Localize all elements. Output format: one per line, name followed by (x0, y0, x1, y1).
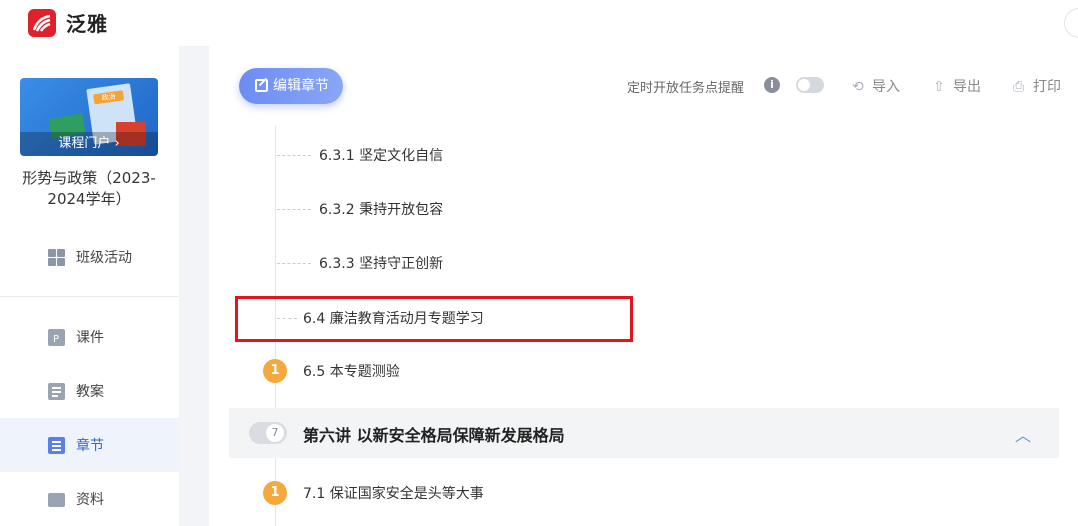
user-avatar-button[interactable] (1064, 8, 1078, 38)
tree-dotted-connector (277, 263, 311, 264)
tree-node[interactable]: 1 7.1 保证国家安全是头等大事 (209, 475, 1078, 511)
export-button[interactable]: ⇧ 导出 (933, 76, 981, 96)
course-portal-link[interactable]: 课程门户 › (20, 132, 158, 156)
import-label: 导入 (872, 79, 900, 95)
chapter-header[interactable]: 7 第六讲 以新安全格局保障新发展格局 ︿ (229, 408, 1059, 458)
print-icon: ⎙ (1013, 79, 1025, 95)
highlight-annotation-box (235, 296, 633, 342)
lesson-plan-icon (48, 383, 65, 400)
section-title[interactable]: 6.3.1 坚定文化自信 (319, 145, 443, 165)
chapter-number: 7 (266, 424, 284, 442)
edit-chapters-label: 编辑章节 (273, 78, 329, 94)
fanya-logo-icon[interactable] (28, 9, 56, 37)
section-title[interactable]: 6.3.2 秉持开放包容 (319, 199, 443, 219)
import-button[interactable]: ⟲ 导入 (852, 76, 900, 96)
tree-node[interactable]: 6.3.3 坚持守正创新 (209, 245, 1078, 281)
course-title: 形势与政策（2023-2024学年） (22, 169, 156, 208)
section-title[interactable]: 7.1 保证国家安全是头等大事 (303, 483, 484, 503)
sidebar-item-label: 教案 (76, 384, 104, 400)
export-icon: ⇧ (933, 79, 945, 95)
sidebar-item-materials[interactable]: 资料 (0, 472, 179, 526)
sidebar: 政治 课程门户 › 形势与政策（2023-2024学年） 班级活动 P 课件 教… (0, 46, 179, 526)
tree-node[interactable]: 6.3.2 秉持开放包容 (209, 191, 1078, 227)
chapter-list-icon (48, 437, 65, 454)
task-count-badge: 1 (263, 481, 287, 505)
print-button[interactable]: ⎙ 打印 (1013, 76, 1061, 96)
sidebar-divider (0, 296, 179, 297)
sidebar-item-label: 班级活动 (76, 250, 132, 266)
chapter-title[interactable]: 第六讲 以新安全格局保障新发展格局 (303, 422, 565, 446)
collapse-chevron-up-icon[interactable]: ︿ (1015, 422, 1031, 446)
tree-dotted-connector (277, 209, 311, 210)
edit-chapters-button[interactable]: 编辑章节 (239, 68, 343, 104)
sidebar-item-label: 资料 (76, 492, 104, 508)
section-title[interactable]: 6.3.3 坚持守正创新 (319, 253, 443, 273)
info-icon[interactable]: i (764, 77, 780, 93)
sidebar-item-lesson-plan[interactable]: 教案 (0, 364, 179, 418)
ppt-file-icon: P (48, 329, 65, 346)
cover-tag: 政治 (93, 90, 125, 105)
chapter-number-pill: 7 (249, 422, 287, 444)
import-icon: ⟲ (852, 79, 864, 95)
export-label: 导出 (953, 79, 981, 95)
tree-dotted-connector (277, 155, 311, 156)
tree-node[interactable]: 1 6.5 本专题测验 (209, 353, 1078, 389)
top-bar: 泛雅 (0, 0, 1078, 46)
tree-node[interactable]: 6.3.1 坚定文化自信 (209, 137, 1078, 173)
chapter-panel: 编辑章节 定时开放任务点提醒 i ⟲ 导入 ⇧ 导出 ⎙ 打印 6.3.1 坚定文化自… (209, 46, 1078, 526)
print-label: 打印 (1033, 79, 1061, 95)
sidebar-item-class-activity[interactable]: 班级活动 (0, 230, 179, 284)
course-cover-image[interactable]: 政治 课程门户 › (20, 78, 158, 156)
toggle-knob (798, 79, 810, 91)
brand-name[interactable]: 泛雅 (66, 8, 108, 37)
sidebar-item-label: 课件 (76, 330, 104, 346)
folder-icon (48, 493, 65, 507)
section-title[interactable]: 6.5 本专题测验 (303, 361, 400, 381)
sidebar-item-courseware[interactable]: P 课件 (0, 310, 179, 364)
scheduled-reminder-toggle[interactable] (796, 77, 824, 93)
svg-text:P: P (53, 334, 59, 345)
sidebar-item-label: 章节 (76, 438, 104, 454)
task-count-badge: 1 (263, 359, 287, 383)
sidebar-item-chapters[interactable]: 章节 (0, 418, 179, 472)
edit-icon (255, 79, 268, 92)
grid-icon (48, 249, 65, 266)
scheduled-reminder-label: 定时开放任务点提醒 (627, 81, 745, 96)
